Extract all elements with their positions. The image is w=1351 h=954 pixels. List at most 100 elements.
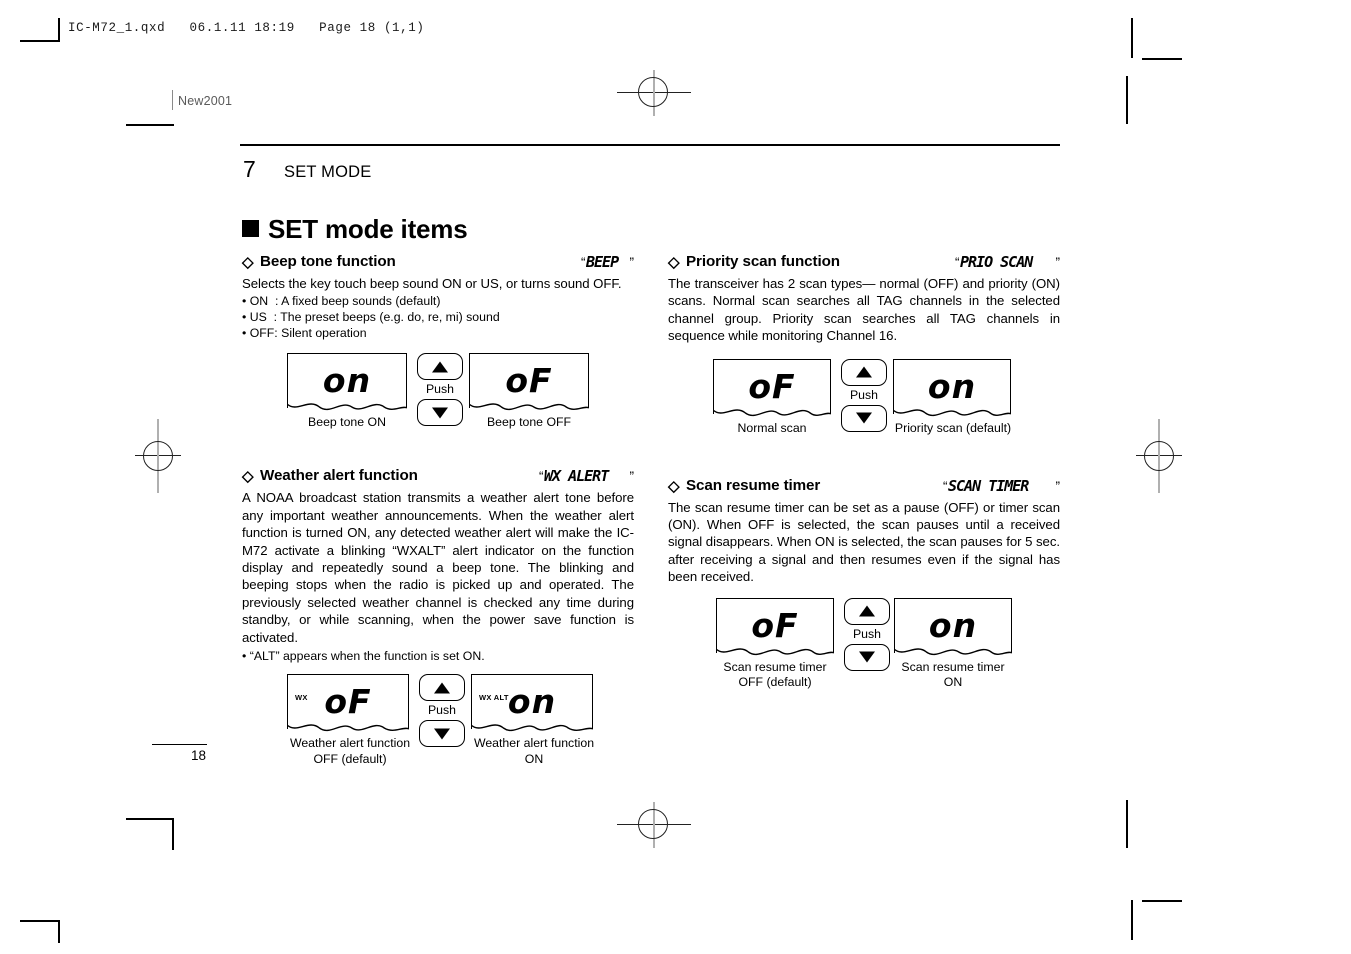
triangle-down-icon (434, 728, 450, 740)
lcd-code-close-quote: ” (629, 255, 635, 270)
lcd-value: oF (505, 361, 553, 401)
crop-mark-top-right-v (1131, 18, 1133, 58)
crop-mark-bottom-left-v (58, 920, 60, 943)
figure-scan-resume: oF Scan resume timer OFF (default) Push (668, 597, 1060, 698)
page-number-rule (152, 744, 207, 746)
crop-mark-left-lower (126, 818, 174, 820)
caption-normal-scan: Normal scan (737, 420, 807, 435)
triangle-down-icon (432, 407, 448, 419)
diamond-bullet-icon: ◇ (668, 254, 680, 271)
chapter-divider (240, 144, 1060, 146)
triangle-up-icon (432, 361, 448, 373)
option-off: • OFF: Silent operation (242, 326, 367, 341)
caption-beep-off: Beep tone OFF (486, 415, 572, 430)
push-label: Push (427, 703, 457, 718)
lcd-value: on (927, 366, 977, 406)
page-content: 7 SET MODE SET mode items ◇ Beep tone fu… (240, 130, 1060, 790)
option-us: • US : The preset beeps (e.g. do, re, mi… (242, 310, 500, 325)
lcd-display-scan-timer-on: on (893, 597, 1013, 655)
caption-wx-off: Weather alert function OFF (default) (289, 736, 411, 766)
section-heading-scan-resume: ◇ Scan resume timer “SCAN TIMER” (668, 477, 1060, 498)
section-heading-priority-scan: ◇ Priority scan function “PRIO SCAN” (668, 253, 1060, 274)
crop-mark-top-right-h (1142, 58, 1182, 60)
crop-mark-right-upper (1126, 76, 1128, 124)
lcd-display-normal-scan: oF (712, 358, 832, 416)
qxd-file-header: IC-M72_1.qxd 06.1.11 18:19 Page 18 (1,1) (68, 21, 425, 35)
section-body: Selects the key touch beep sound ON or U… (242, 276, 622, 291)
triangle-up-icon (859, 605, 875, 617)
chapter-number: 7 (243, 156, 256, 182)
page-title-text: SET mode items (268, 214, 468, 244)
section-scan-resume-timer: ◇ Scan resume timer “SCAN TIMER” The sca… (668, 477, 1060, 698)
figure-priority-scan: oF Normal scan Push on Priority scan (de… (668, 358, 1060, 451)
section-priority-scan: ◇ Priority scan function “PRIO SCAN” The… (668, 253, 1060, 451)
weather-alert-note: • “ALT” appears when the function is set… (242, 649, 485, 664)
lcd-display-priority-scan: on (892, 358, 1012, 416)
crop-mark-left-upper (126, 124, 174, 126)
lcd-code-label: “PRIO SCAN” (955, 252, 1061, 271)
triangle-down-icon (859, 651, 875, 663)
section-title: Priority scan function (686, 253, 840, 270)
push-control-group-beep: Push (417, 353, 463, 427)
lcd-value: on (322, 361, 372, 401)
lcd-text-scan-timer: SCAN TIMER (948, 477, 1030, 495)
lcd-code-close-quote: ” (1055, 255, 1061, 270)
svg-text:PRIO SCAN: PRIO SCAN (960, 253, 1034, 270)
crop-mark-bottom-left-h (20, 920, 60, 922)
section-beep-tone: ◇ Beep tone function “BEEP” Selects the … (242, 253, 634, 445)
triangle-up-icon (434, 682, 450, 694)
lcd-value: oF (748, 366, 796, 406)
up-button[interactable] (841, 358, 887, 386)
chapter-title: SET MODE (284, 163, 372, 181)
svg-text:WX ALERT: WX ALERT (544, 467, 610, 484)
lcd-display-wx-on: WX ALT on (470, 674, 594, 732)
lcd-text-wx-alert: WX ALERT (544, 467, 611, 485)
lcd-code-label: “SCAN TIMER” (943, 476, 1061, 495)
section-body: The transceiver has 2 scan types— normal… (668, 276, 1060, 344)
svg-text:SCAN TIMER: SCAN TIMER (948, 477, 1029, 494)
diamond-bullet-icon: ◇ (242, 254, 254, 271)
lcd-text-beep: BEEP (585, 253, 620, 271)
triangle-down-icon (856, 412, 872, 424)
lcd-value: on (507, 681, 557, 721)
page-title: SET mode items (242, 214, 468, 245)
lcd-value: oF (751, 605, 799, 645)
caption-scan-timer-off: Scan resume timer OFF (default) (723, 659, 827, 690)
lcd-code-label: “BEEP” (581, 252, 635, 271)
lcd-display-scan-timer-off: oF (715, 597, 835, 655)
down-button[interactable] (417, 399, 463, 427)
diamond-bullet-icon: ◇ (668, 477, 680, 495)
up-button[interactable] (419, 674, 465, 702)
push-label: Push (425, 382, 455, 397)
up-button[interactable] (844, 597, 890, 625)
section-heading-weather-alert: ◇ Weather alert function “WX ALERT” (242, 467, 634, 488)
caption-wx-on: Weather alert function ON (473, 736, 595, 766)
lcd-code-label: “WX ALERT” (539, 466, 634, 485)
push-label: Push (852, 626, 882, 641)
lcd-text-prio-scan: PRIO SCAN (960, 253, 1035, 271)
lcd-code-close-quote: ” (1055, 478, 1061, 494)
section-title: Beep tone function (260, 253, 396, 270)
svg-text:BEEP: BEEP (586, 253, 619, 270)
stamp-divider (172, 90, 174, 110)
revision-stamp: New2001 (178, 94, 233, 108)
square-bullet-icon (242, 220, 259, 237)
crop-mark-left-lower-v (172, 820, 174, 850)
lcd-display-beep-off: oF (468, 353, 590, 411)
section-title: Weather alert function (260, 467, 418, 485)
up-button[interactable] (417, 353, 463, 381)
crop-mark-right-lower (1126, 800, 1128, 848)
section-title: Scan resume timer (686, 476, 821, 494)
lcd-display-beep-on: on (286, 353, 408, 411)
figure-beep-tone: on Beep tone ON Push oF Beep tone OFF (242, 353, 634, 445)
crop-mark-bottom-right-v (1131, 900, 1133, 940)
crop-mark-top-left-v (58, 18, 60, 41)
caption-beep-on: Beep tone ON (308, 415, 386, 430)
push-label: Push (849, 387, 879, 402)
option-on: • ON : A fixed beep sounds (default) (242, 294, 441, 309)
beep-tone-options: • ON : A fixed beep sounds (default) • U… (242, 293, 634, 341)
left-column: ◇ Beep tone function “BEEP” Selects the … (242, 253, 634, 774)
caption-priority-scan: Priority scan (default) (894, 420, 1012, 435)
diamond-bullet-icon: ◇ (242, 468, 254, 486)
figure-weather-alert: WX oF Weather alert function OFF (defaul… (242, 674, 634, 774)
